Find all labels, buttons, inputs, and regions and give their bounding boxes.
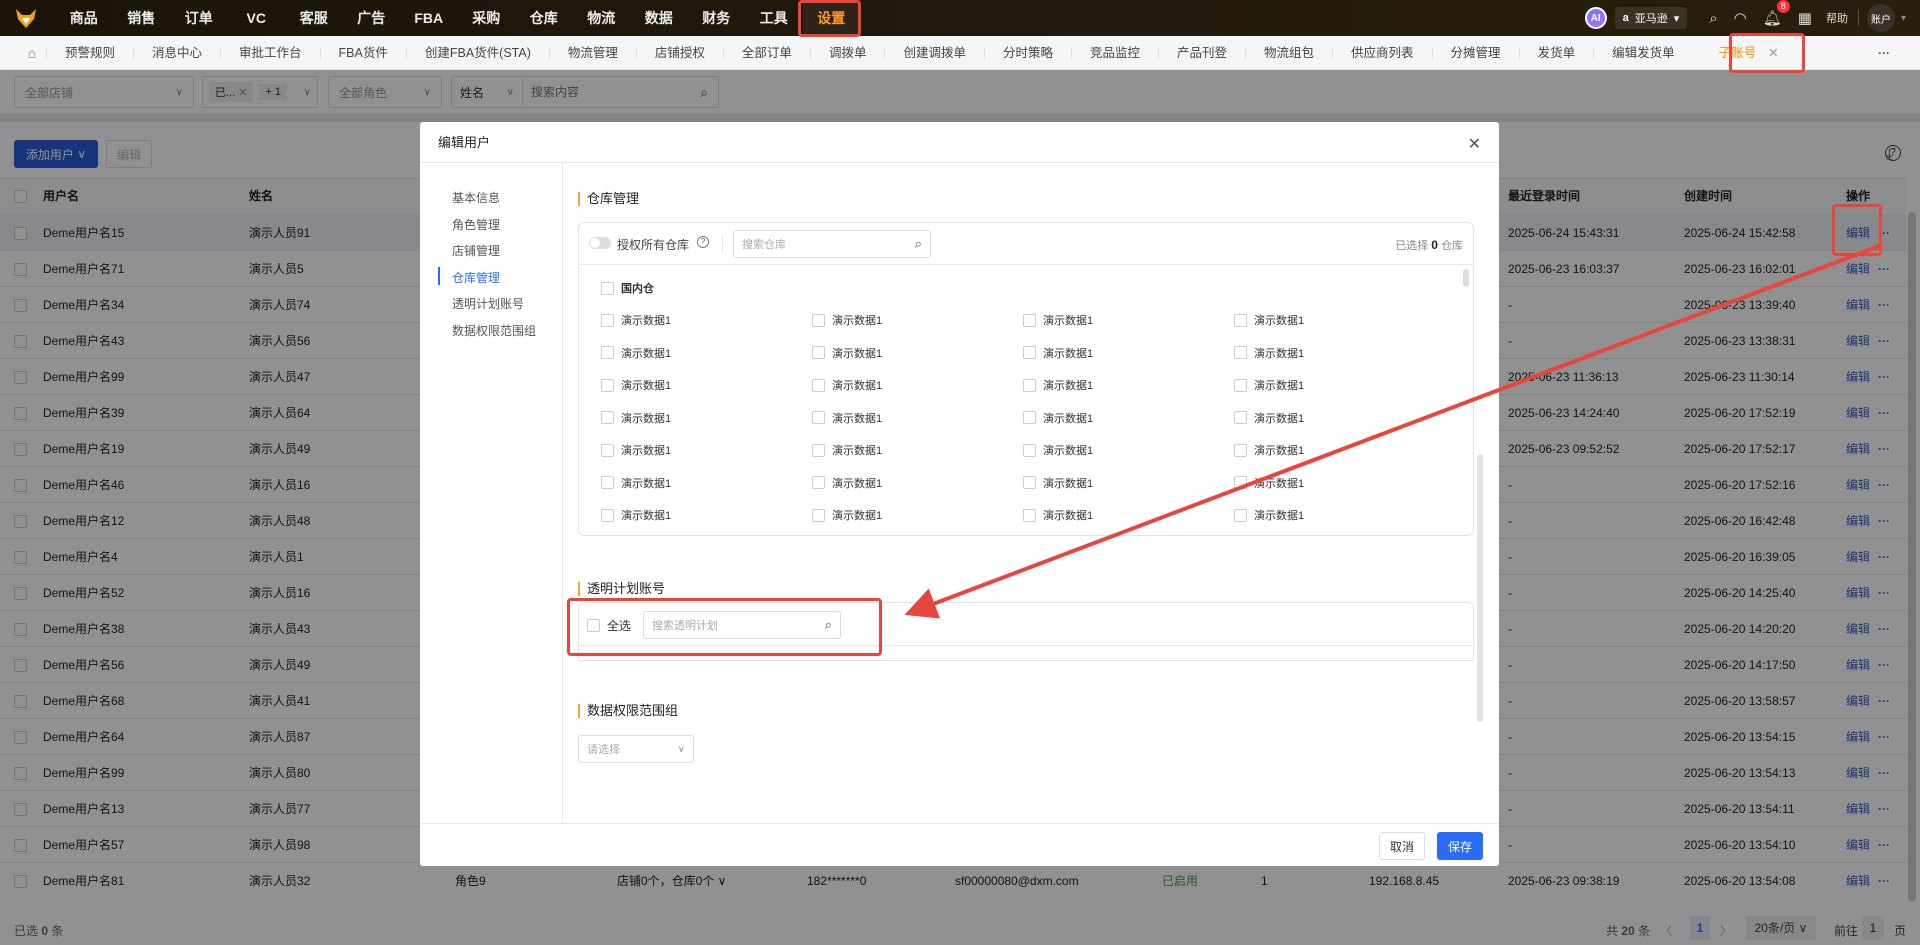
annotation-arrow bbox=[904, 243, 1883, 619]
